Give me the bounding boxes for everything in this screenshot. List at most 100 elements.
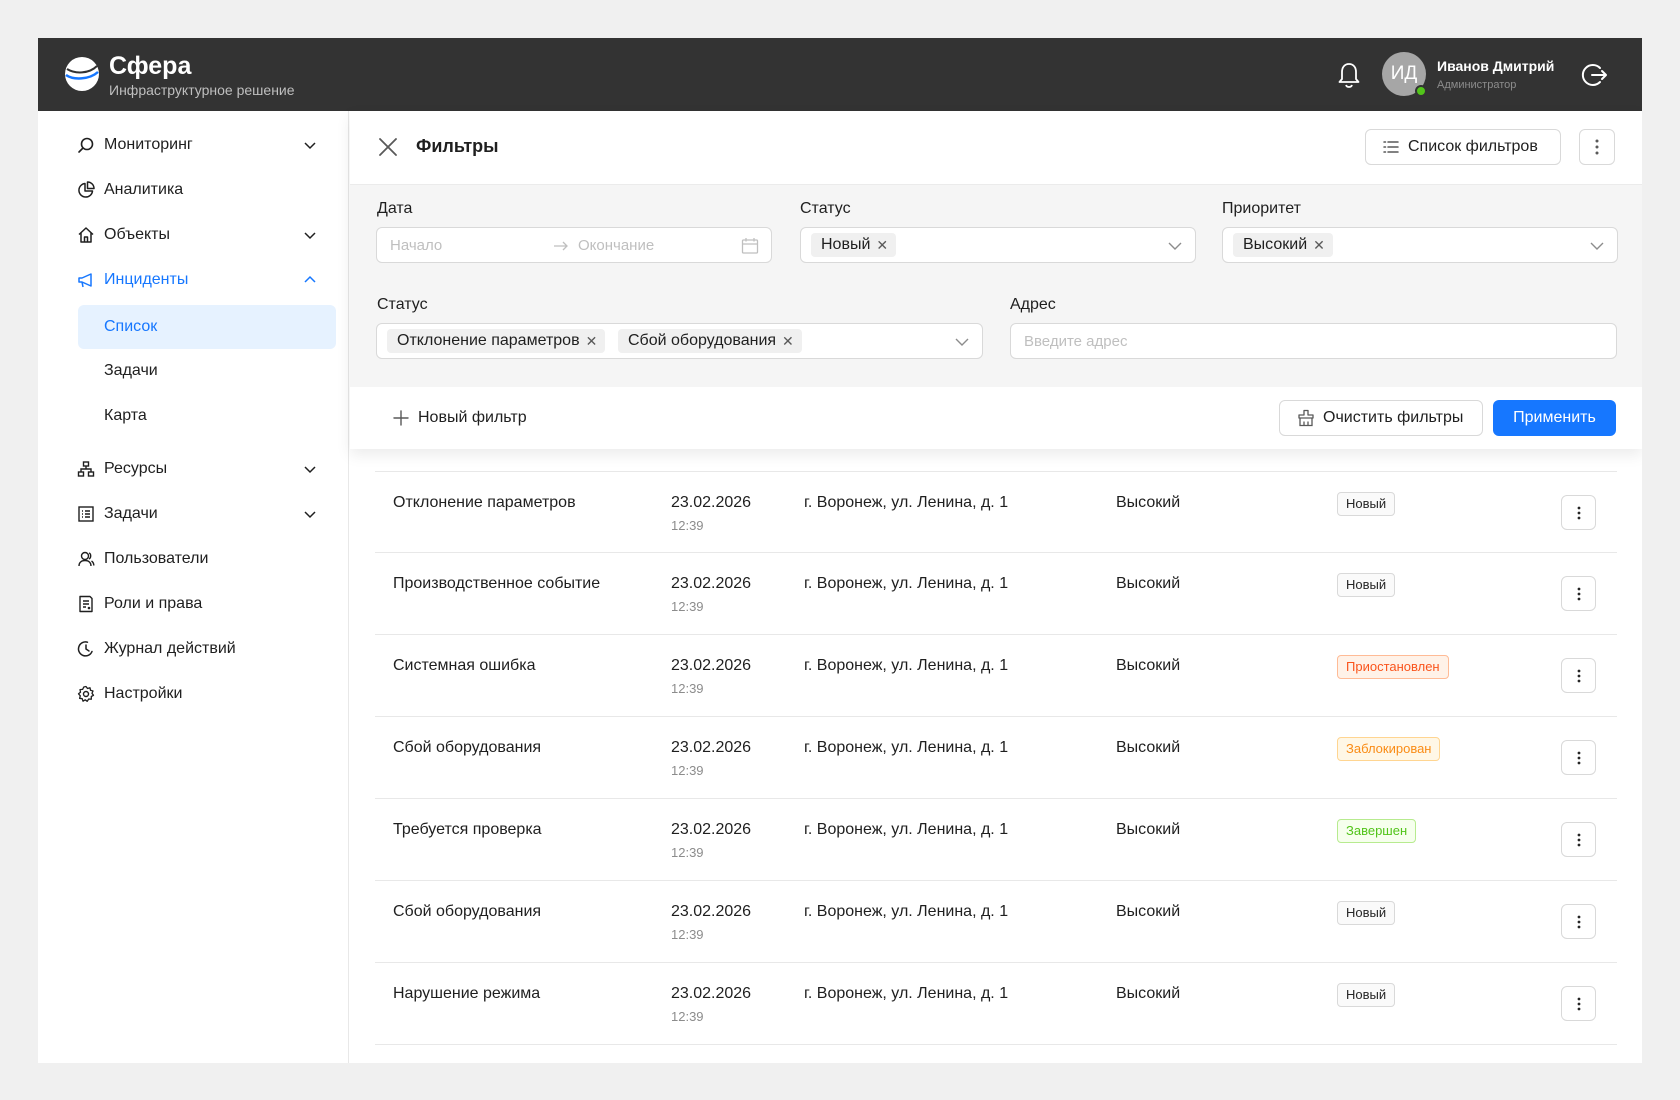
date-start-placeholder[interactable]: Начало <box>390 237 442 254</box>
status-badge: Новый <box>1337 983 1396 1007</box>
sidebar-item-tasks[interactable]: Задачи <box>76 493 318 535</box>
chevron-down-icon <box>304 232 316 240</box>
sidebar-item-label: Ресурсы <box>104 460 168 477</box>
incident-type-tag: Отклонение параметров ✕ <box>387 329 606 353</box>
incident-address: г. Воронеж, ул. Ленина, д. 1 <box>804 739 1009 756</box>
address-placeholder[interactable]: Введите адрес <box>1024 333 1127 350</box>
hierarchy-icon <box>76 459 96 479</box>
incident-time: 12:39 <box>671 927 704 942</box>
incident-time: 12:39 <box>671 763 704 778</box>
sidebar-item-label: Мониторинг <box>104 136 193 153</box>
incident-address: г. Воронеж, ул. Ленина, д. 1 <box>804 903 1009 920</box>
remove-tag-icon[interactable]: ✕ <box>1313 237 1325 254</box>
incident-time: 12:39 <box>671 599 704 614</box>
sidebar-item-users[interactable]: Пользователи <box>76 538 318 580</box>
remove-tag-icon[interactable]: ✕ <box>782 333 794 350</box>
history-icon <box>76 639 96 659</box>
chevron-down-icon <box>304 142 316 150</box>
incident-priority: Высокий <box>1116 821 1181 838</box>
row-more-button[interactable] <box>1561 576 1596 611</box>
priority-tag: Высокий ✕ <box>1233 233 1333 257</box>
incident-time: 12:39 <box>671 1009 704 1024</box>
logout-icon[interactable] <box>1578 59 1610 91</box>
date-end-placeholder[interactable]: Окончание <box>578 237 654 254</box>
sidebar-item-resources[interactable]: Ресурсы <box>76 448 318 490</box>
table-row[interactable]: Сбой оборудования 23.02.2026 12:39 г. Ворон… <box>375 717 1617 799</box>
status-badge: Заблокирован <box>1337 737 1441 761</box>
sidebar-subitem-map[interactable]: Карта <box>78 394 336 438</box>
remove-tag-icon[interactable]: ✕ <box>876 237 888 254</box>
table-row[interactable]: Требуется проверка 23.02.2026 12:39 г. Воро… <box>375 799 1617 881</box>
home-icon <box>76 225 96 245</box>
more-options-button[interactable] <box>1579 129 1615 165</box>
status-badge: Новый <box>1337 492 1396 516</box>
online-status-dot <box>1415 85 1427 97</box>
filter-list-label: Список фильтров <box>1408 138 1538 155</box>
table-row[interactable]: Отклонение параметров 23.02.2026 12:39 г. В… <box>375 471 1617 553</box>
chevron-down-icon <box>1590 242 1604 250</box>
sidebar-item-roles[interactable]: Роли и права <box>76 583 318 625</box>
date-label: Дата <box>377 200 413 217</box>
sidebar-item-activity-log[interactable]: Журнал действий <box>76 628 318 670</box>
table-row[interactable]: Системная ошибка 23.02.2026 12:39 г. Вороне… <box>375 635 1617 717</box>
top-bar: Сфера Инфраструктурное решение ИД Иванов… <box>38 38 1642 111</box>
row-more-button[interactable] <box>1561 740 1596 775</box>
incident-type-tag: Сбой оборудования ✕ <box>618 329 802 353</box>
table-row[interactable]: Сбой оборудования 23.02.2026 12:39 г. Ворон… <box>375 881 1617 963</box>
status-badge: Новый <box>1337 573 1396 597</box>
incident-name: Отклонение параметров <box>393 494 576 511</box>
new-filter-button[interactable]: Новый фильтр <box>392 400 527 436</box>
incident-priority: Высокий <box>1116 739 1181 756</box>
row-more-button[interactable] <box>1561 658 1596 693</box>
close-icon[interactable] <box>377 136 399 158</box>
priority-label: Приоритет <box>1222 200 1301 217</box>
incident-address: г. Воронеж, ул. Ленина, д. 1 <box>804 657 1009 674</box>
row-more-button[interactable] <box>1561 904 1596 939</box>
table-row[interactable]: Производственное событие 23.02.2026 12:39 г… <box>375 553 1617 635</box>
users-icon <box>76 549 96 569</box>
status-label: Статус <box>800 200 851 217</box>
incident-date: 23.02.2026 <box>671 494 752 511</box>
status-label: Статус <box>377 296 428 313</box>
incident-date: 23.02.2026 <box>671 657 752 674</box>
arrow-right-icon <box>554 241 568 251</box>
remove-tag-icon[interactable]: ✕ <box>586 333 598 350</box>
incident-time: 12:39 <box>671 518 704 533</box>
clear-icon <box>1298 409 1314 427</box>
more-vertical-icon <box>1577 751 1580 764</box>
row-more-button[interactable] <box>1561 986 1596 1021</box>
row-more-button[interactable] <box>1561 495 1596 530</box>
new-filter-label: Новый фильтр <box>418 409 527 426</box>
incident-type-select[interactable]: Отклонение параметров ✕ Сбой оборудования… <box>376 323 983 359</box>
sidebar-subitem-tasks[interactable]: Задачи <box>78 349 336 393</box>
date-range-picker[interactable]: Начало Окончание <box>376 227 772 263</box>
search-icon <box>76 135 96 155</box>
chevron-down-icon <box>1168 242 1182 250</box>
filters-title: Фильтры <box>416 136 499 156</box>
sidebar-item-incidents[interactable]: Инциденты <box>76 259 318 301</box>
apply-button[interactable]: Применить <box>1493 400 1616 436</box>
chevron-up-icon <box>304 275 316 283</box>
filters-panel: Фильтры Список фильтров Дата Начало Окон… <box>350 111 1642 449</box>
incident-name: Системная ошибка <box>393 657 536 674</box>
more-vertical-icon <box>1577 833 1580 846</box>
incident-priority: Высокий <box>1116 494 1181 511</box>
status-select[interactable]: Новый ✕ <box>800 227 1196 263</box>
bell-icon[interactable] <box>1334 60 1364 90</box>
priority-select[interactable]: Высокий ✕ <box>1222 227 1618 263</box>
address-input[interactable]: Введите адрес <box>1010 323 1617 359</box>
incident-date: 23.02.2026 <box>671 575 752 592</box>
incident-name: Нарушение режима <box>393 985 541 1002</box>
clear-filters-button[interactable]: Очистить фильтры <box>1279 400 1483 436</box>
megaphone-icon <box>76 270 96 290</box>
sidebar-item-monitoring[interactable]: Мониторинг <box>76 124 318 166</box>
sidebar-item-objects[interactable]: Объекты <box>76 214 318 256</box>
status-badge: Новый <box>1337 901 1396 925</box>
filter-list-button[interactable]: Список фильтров <box>1365 129 1561 165</box>
table-row[interactable]: Нарушение режима 23.02.2026 12:39 г. Вороне… <box>375 963 1617 1045</box>
sidebar-item-settings[interactable]: Настройки <box>76 673 318 715</box>
sidebar-subitem-list[interactable]: Список <box>78 305 336 349</box>
more-vertical-icon <box>1577 587 1580 600</box>
row-more-button[interactable] <box>1561 822 1596 857</box>
sidebar-item-analytics[interactable]: Аналитика <box>76 169 318 211</box>
